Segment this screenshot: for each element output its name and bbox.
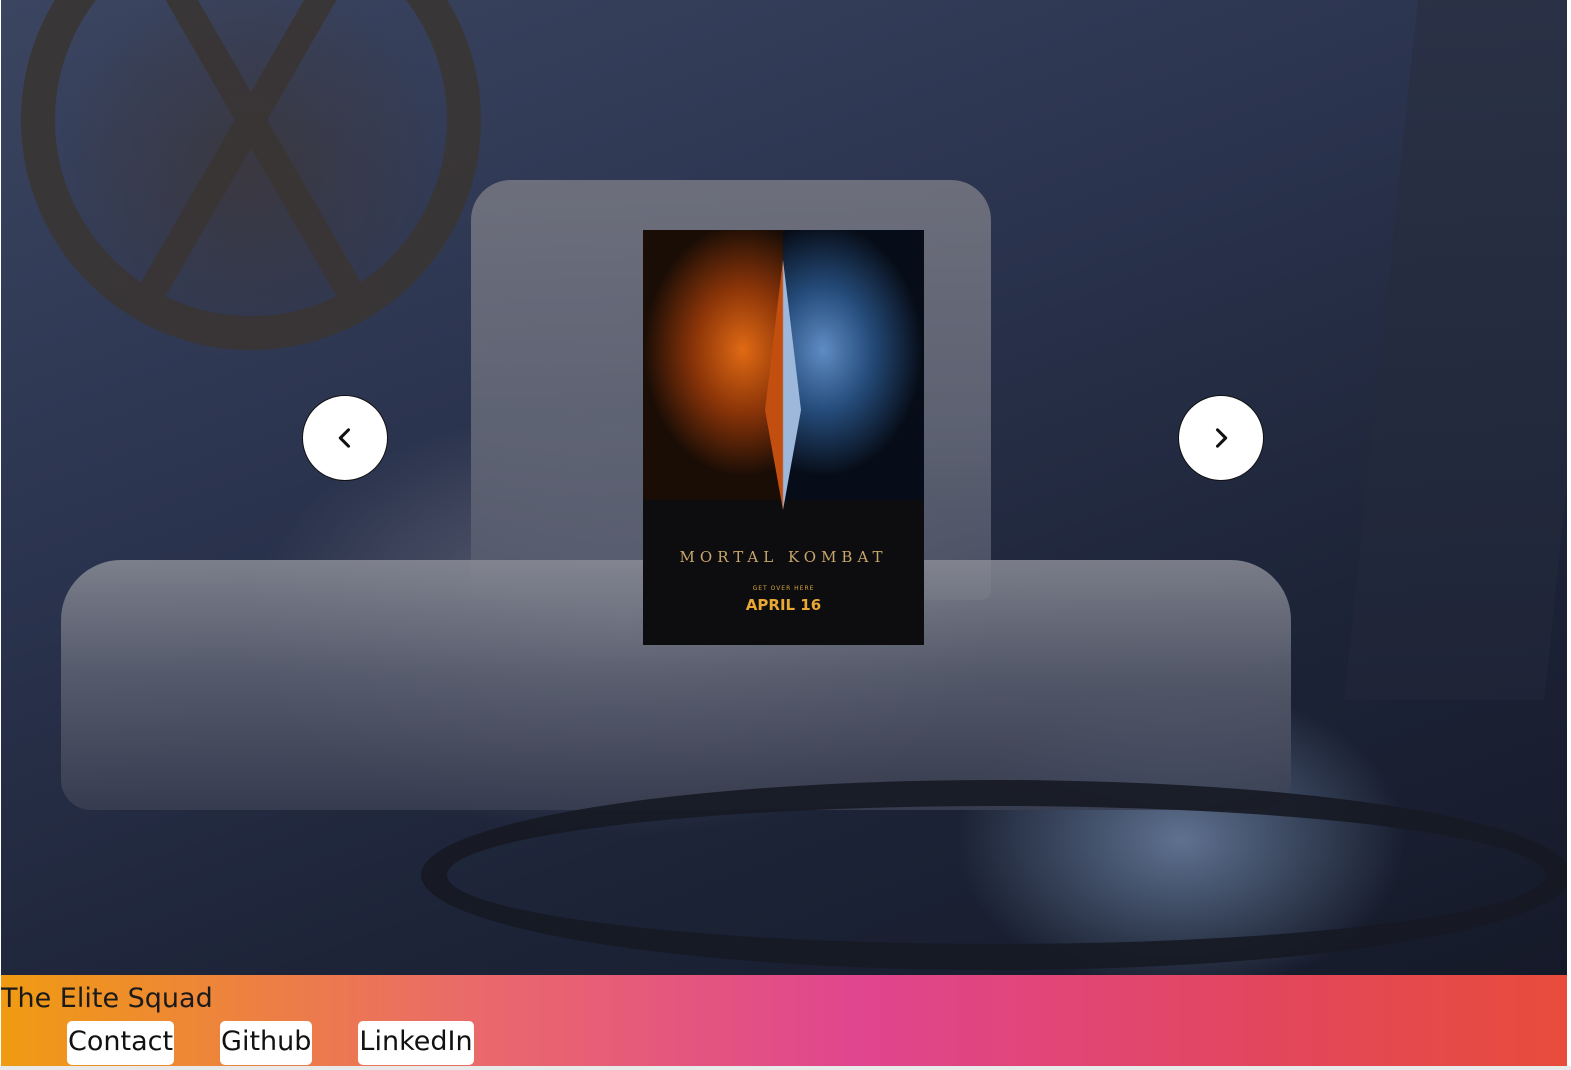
projector-panel-decoration [1344,0,1567,700]
github-button[interactable]: Github [220,1021,313,1065]
footer-brand: The Elite Squad [1,983,213,1014]
carousel-prev-button[interactable] [302,395,388,481]
chevron-left-icon [338,428,351,448]
film-reel-decoration [21,0,481,350]
footer-links: Contact Github LinkedIn [67,1021,474,1065]
chevron-right-icon [1215,428,1228,448]
page: MORTAL KOMBAT GET OVER HERE APRIL 16 The… [0,0,1571,1070]
poster-title: MORTAL KOMBAT [679,548,888,566]
contact-button[interactable]: Contact [67,1021,175,1065]
film-strip-decoration [421,780,1567,970]
page-bottom-edge [0,1066,1571,1070]
movie-poster[interactable]: MORTAL KOMBAT GET OVER HERE APRIL 16 [643,230,924,645]
poster-art-right [783,230,924,500]
linkedin-button[interactable]: LinkedIn [358,1021,474,1065]
poster-release-date: APRIL 16 [745,596,822,614]
poster-subtitle: GET OVER HERE [752,585,815,592]
carousel-next-button[interactable] [1178,395,1264,481]
footer: The Elite Squad Contact Github LinkedIn [1,975,1567,1066]
poster-art-left [643,230,783,500]
